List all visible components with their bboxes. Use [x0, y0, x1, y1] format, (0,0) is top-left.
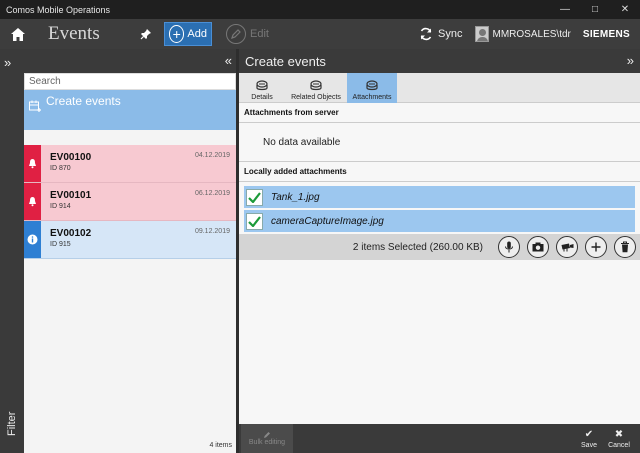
checkmark-icon [248, 215, 261, 227]
microphone-icon [505, 241, 513, 253]
list-spacer [24, 130, 236, 145]
close-icon[interactable]: ✕ [610, 0, 640, 19]
window-title: Comos Mobile Operations [6, 4, 111, 15]
attachment-checkbox[interactable] [246, 188, 263, 206]
window-titlebar: Comos Mobile Operations — □ ✕ [0, 0, 640, 19]
list-item[interactable]: EV00102 ID 915 09.12.2019 [24, 221, 236, 259]
home-icon [11, 27, 25, 41]
page-title: Events [48, 23, 100, 44]
cancel-label: Cancel [608, 441, 630, 449]
add-button[interactable]: + Add [164, 22, 212, 46]
plus-icon [591, 242, 601, 252]
attachment-checkbox[interactable] [246, 212, 263, 230]
detail-title: Create events [245, 53, 326, 69]
detail-panel: Details Related Objects Attachments Atta… [239, 73, 640, 424]
server-attachments-heading: Attachments from server [239, 103, 640, 123]
event-sub: ID 914 [50, 203, 71, 210]
detail-header: Create events » [239, 49, 640, 73]
trash-icon [621, 241, 629, 253]
event-date: 09.12.2019 [194, 228, 230, 235]
event-date: 04.12.2019 [194, 152, 230, 159]
alarm-bell-icon [24, 183, 41, 220]
item-count: 4 items [209, 442, 232, 449]
detail-tabs: Details Related Objects Attachments [239, 73, 640, 103]
sync-label: Sync [438, 28, 463, 40]
attachment-name: cameraCaptureImage.jpg [271, 215, 384, 227]
tab-label: Attachments [352, 94, 392, 101]
pin-icon [140, 29, 151, 40]
event-date: 06.12.2019 [194, 190, 230, 197]
sync-icon [420, 27, 432, 41]
list-item[interactable]: EV00100 ID 870 04.12.2019 [24, 145, 236, 183]
tab-label: Details [251, 94, 273, 101]
expand-icon[interactable]: » [4, 55, 11, 70]
app-header: Events + Add Edit Sync MMROSALES\tdr SIE… [0, 19, 640, 49]
list-header: « [24, 49, 236, 73]
attachment-name: Tank_1.jpg [271, 191, 320, 203]
create-events-label: Create events [46, 94, 121, 108]
minimize-icon[interactable]: — [550, 0, 580, 19]
edit-label: Edit [250, 28, 269, 40]
collapse-icon[interactable]: « [225, 53, 232, 68]
left-rail: » Filter [0, 49, 24, 453]
sync-button[interactable]: Sync [419, 27, 463, 41]
list-item[interactable]: EV00101 ID 914 06.12.2019 [24, 183, 236, 221]
tab-attachments[interactable]: Attachments [347, 73, 397, 103]
local-attachments-heading: Locally added attachments [239, 162, 640, 182]
search-input[interactable]: Search [24, 73, 236, 90]
user-name: MMROSALES\tdr [492, 28, 571, 40]
bulk-editing-button[interactable]: Bulk editing [241, 424, 293, 453]
attachment-toolbar: 2 items Selected (260.00 KB) [239, 234, 640, 260]
avatar [474, 26, 489, 42]
create-events-item[interactable]: Create events [24, 90, 236, 130]
filter-tab[interactable]: Filter [0, 399, 24, 449]
camera-button[interactable] [527, 236, 549, 258]
save-label: Save [581, 441, 597, 449]
save-button[interactable]: ✔ Save [574, 424, 604, 453]
home-button[interactable] [0, 19, 36, 49]
attachment-row[interactable]: Tank_1.jpg [244, 186, 635, 208]
user-menu[interactable]: MMROSALES\tdr [474, 26, 571, 42]
events-list-panel: Search Create events EV00100 ID 870 04.1… [24, 73, 236, 453]
delete-button[interactable] [614, 236, 636, 258]
x-icon: ✖ [614, 428, 624, 440]
details-icon [256, 80, 268, 91]
brand-logo: SIEMENS [582, 28, 630, 40]
plus-icon: + [169, 25, 185, 43]
pencil-icon [226, 24, 246, 44]
video-button[interactable] [556, 236, 578, 258]
tab-details[interactable]: Details [239, 73, 285, 103]
pin-button[interactable] [134, 19, 158, 49]
add-attachment-button[interactable] [585, 236, 607, 258]
selection-summary: 2 items Selected (260.00 KB) [352, 241, 483, 253]
pencil-icon [264, 432, 270, 438]
attachment-row[interactable]: cameraCaptureImage.jpg [244, 210, 635, 232]
cancel-button[interactable]: ✖ Cancel [604, 424, 634, 453]
checkmark-icon [248, 191, 261, 203]
video-camera-icon [561, 243, 573, 251]
microphone-button[interactable] [498, 236, 520, 258]
event-sub: ID 915 [50, 241, 71, 248]
bulk-editing-label: Bulk editing [248, 439, 286, 446]
add-label: Add [187, 28, 207, 40]
create-calendar-icon [28, 99, 44, 127]
edit-button[interactable]: Edit [226, 24, 269, 44]
camera-icon [532, 242, 544, 252]
attachment-list: Tank_1.jpg cameraCaptureImage.jpg [239, 182, 640, 232]
expand-right-icon[interactable]: » [627, 53, 634, 68]
tab-related-objects[interactable]: Related Objects [285, 73, 347, 103]
event-sub: ID 870 [50, 165, 71, 172]
related-objects-icon [310, 80, 322, 91]
alarm-bell-icon [24, 145, 41, 182]
no-data-text: No data available [239, 123, 640, 162]
check-icon: ✔ [584, 428, 594, 440]
tab-label: Related Objects [291, 94, 341, 101]
info-icon [24, 221, 41, 258]
attachments-icon [366, 80, 378, 91]
maximize-icon[interactable]: □ [580, 0, 610, 19]
bottom-bar: Bulk editing ✔ Save ✖ Cancel [239, 424, 640, 453]
